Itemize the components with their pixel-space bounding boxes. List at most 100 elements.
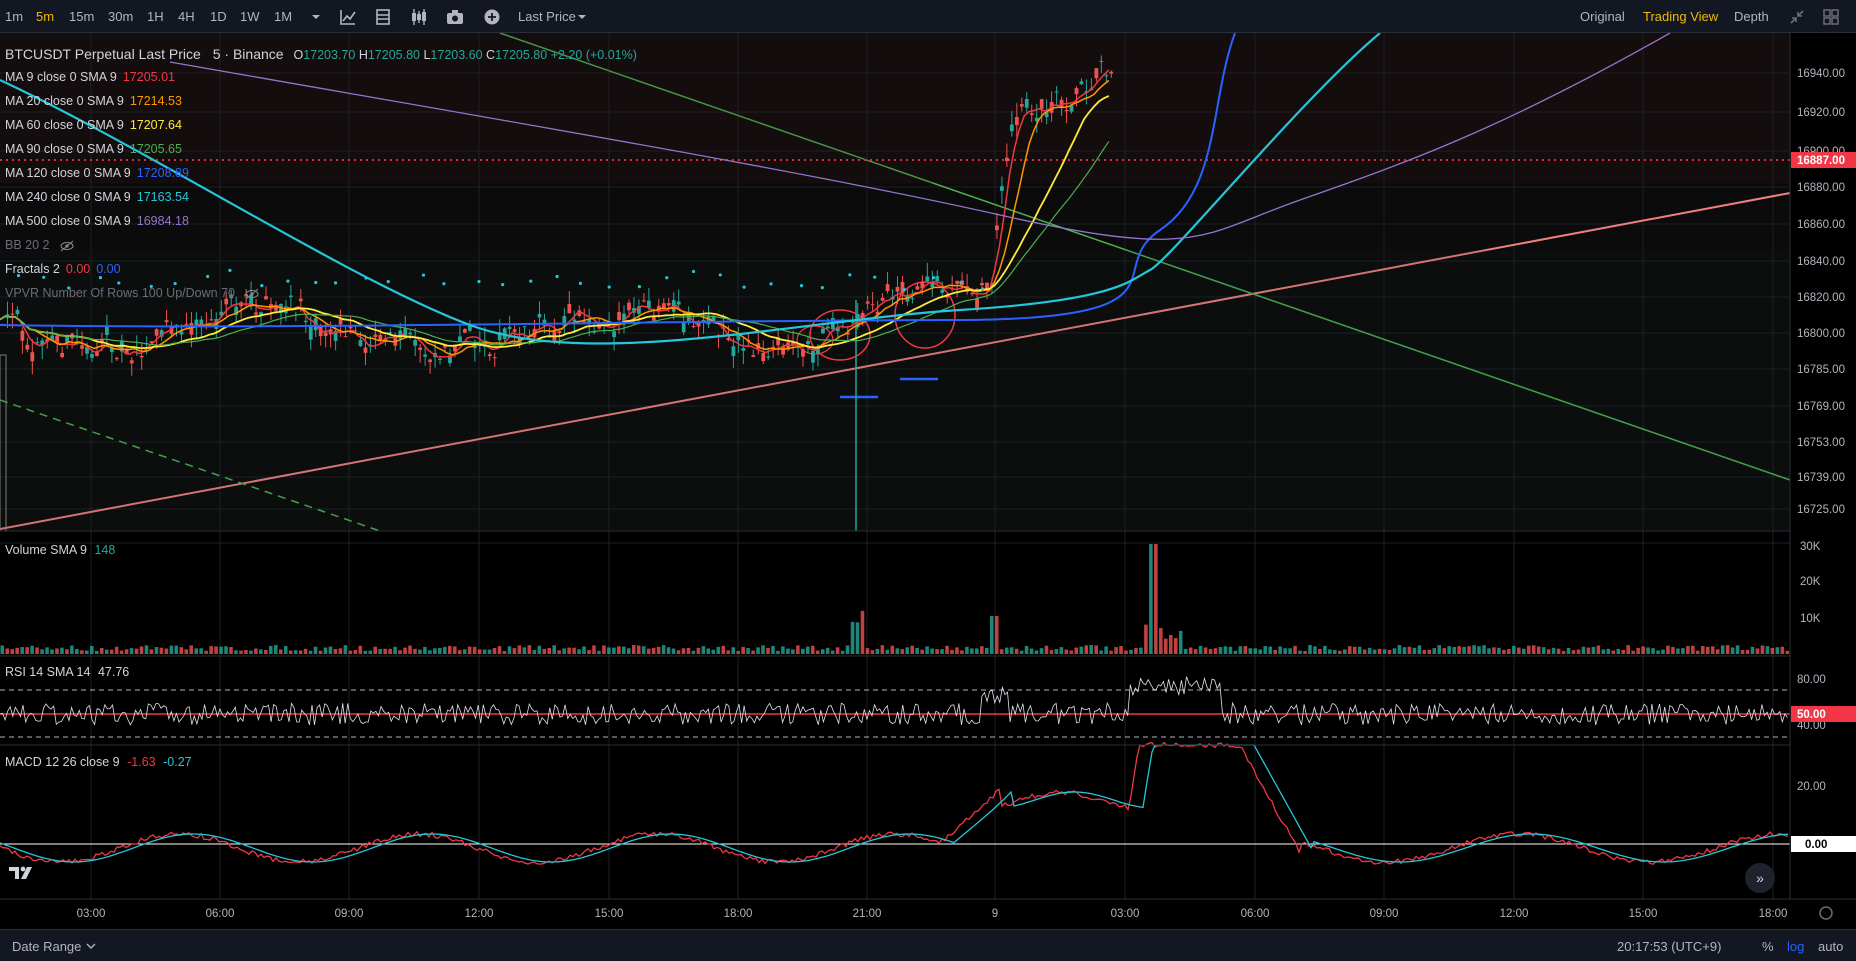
volume-bar <box>1263 646 1268 654</box>
legend-ma-120[interactable]: MA 120 close 0 SMA 9 17208.89 <box>5 166 189 180</box>
legend-bb[interactable]: BB 20 2 <box>5 238 75 252</box>
volume-bar <box>413 648 417 654</box>
volume-bar <box>1164 638 1168 654</box>
volume-bar <box>1646 647 1650 654</box>
legend-ma-90[interactable]: MA 90 close 0 SMA 9 17205.65 <box>5 142 182 156</box>
date-range-chevron-icon[interactable] <box>86 942 96 950</box>
timeframe-30m[interactable]: 30m <box>108 9 133 24</box>
legend-ma-240[interactable]: MA 240 close 0 SMA 9 17163.54 <box>5 190 189 204</box>
volume-bar <box>1278 646 1282 654</box>
price-tick-label: 16940.00 <box>1797 68 1845 80</box>
volume-bar <box>1377 648 1382 654</box>
timeframe-4h[interactable]: 4H <box>178 9 195 24</box>
timeframe-5m[interactable]: 5m <box>36 9 54 24</box>
volume-legend[interactable]: Volume SMA 9 148 <box>5 543 115 557</box>
vpvr-shade-bottom <box>0 250 1790 530</box>
volume-bar <box>612 647 616 654</box>
volume-bar <box>1268 646 1272 654</box>
volume-bar <box>1203 647 1208 654</box>
candle-body <box>254 312 258 315</box>
volume-bar <box>1696 650 1700 654</box>
time-tick-label: 06:00 <box>206 908 235 920</box>
volume-bar <box>1392 648 1397 654</box>
legend-fractals[interactable]: Fractals 2 0.00 0.00 <box>5 262 121 276</box>
candlestick-icon[interactable] <box>408 6 430 28</box>
time-tick-label: 18:00 <box>724 908 753 920</box>
view-trading-view[interactable]: Trading View <box>1643 9 1718 24</box>
volume-bar <box>373 646 377 654</box>
scroll-to-realtime-button[interactable]: » <box>1745 863 1775 893</box>
candle-body <box>303 320 308 323</box>
camera-icon[interactable] <box>444 6 466 28</box>
volume-bar <box>119 650 124 654</box>
time-tick-label: 03:00 <box>77 908 106 920</box>
price-source-select[interactable]: Last Price <box>518 9 576 24</box>
view-depth[interactable]: Depth <box>1734 9 1769 24</box>
candle-body <box>154 329 159 336</box>
volume-bar <box>99 647 104 654</box>
legend-ma-60[interactable]: MA 60 close 0 SMA 9 17207.64 <box>5 118 182 132</box>
volume-bar <box>537 645 542 654</box>
price-tick-label: 16800.00 <box>1797 328 1845 340</box>
vpvr-eye-hidden-icon[interactable] <box>244 288 260 300</box>
candle-body <box>1074 88 1079 95</box>
candle-body <box>264 296 268 300</box>
candle-body <box>418 347 423 351</box>
candle-body <box>1039 99 1044 109</box>
fullscreen-icon[interactable] <box>1786 6 1808 28</box>
volume-bar <box>1546 649 1551 654</box>
templates-icon[interactable] <box>372 6 394 28</box>
volume-bar <box>1024 645 1029 654</box>
auto-scale-toggle[interactable]: auto <box>1818 939 1843 954</box>
price-source-chevron-icon[interactable] <box>571 6 593 28</box>
volume-bar <box>711 649 716 654</box>
chart-canvas[interactable]: 16940.0016920.0016900.0016880.0016860.00… <box>0 33 1856 929</box>
volume-bar <box>1139 647 1143 654</box>
volume-bar <box>94 650 99 654</box>
timeframe-1m-month[interactable]: 1M <box>274 9 292 24</box>
volume-bar <box>676 650 681 654</box>
legend-ma-500[interactable]: MA 500 close 0 SMA 9 16984.18 <box>5 214 189 228</box>
legend-fractals-value-down: 0.00 <box>96 262 121 276</box>
rsi-legend[interactable]: RSI 14 SMA 14 47.76 <box>5 665 129 679</box>
chevron-down-icon[interactable] <box>305 6 327 28</box>
volume-bar <box>771 645 775 654</box>
candle-body <box>880 297 885 301</box>
candle-body <box>935 276 940 282</box>
add-icon[interactable] <box>481 6 503 28</box>
candle-body <box>617 312 621 321</box>
volume-bar <box>293 650 298 654</box>
indicators-icon[interactable] <box>337 6 359 28</box>
legend-ma-9[interactable]: MA 9 close 0 SMA 9 17205.01 <box>5 70 175 84</box>
volume-bar <box>1775 647 1780 654</box>
date-range-button[interactable]: Date Range <box>12 939 81 954</box>
timeframe-1w[interactable]: 1W <box>240 9 260 24</box>
timeframe-15m[interactable]: 15m <box>69 9 94 24</box>
volume-bar <box>1273 650 1277 654</box>
candle-body <box>895 286 900 292</box>
legend-vpvr[interactable]: VPVR Number Of Rows 100 Up/Down 70 <box>5 286 260 300</box>
eye-hidden-icon[interactable] <box>59 240 75 252</box>
timeframe-1h[interactable]: 1H <box>147 9 164 24</box>
volume-bar <box>149 649 154 654</box>
ohlc-high: 17205.80 <box>367 48 420 62</box>
candle-body <box>338 318 343 325</box>
timeframe-1d[interactable]: 1D <box>210 9 227 24</box>
volume-bar <box>1497 647 1501 654</box>
volume-bar <box>1014 648 1019 654</box>
volume-bar <box>1293 645 1297 654</box>
macd-legend[interactable]: MACD 12 26 close 9 -1.63 -0.27 <box>5 755 192 769</box>
volume-bar <box>1034 650 1039 654</box>
timeframe-1m[interactable]: 1m <box>5 9 23 24</box>
view-original[interactable]: Original <box>1580 9 1625 24</box>
volume-bar <box>1651 648 1655 654</box>
volume-bar <box>1691 645 1695 654</box>
legend-ma-20[interactable]: MA 20 close 0 SMA 9 17214.53 <box>5 94 182 108</box>
layout-grid-icon[interactable] <box>1820 6 1842 28</box>
tradingview-logo-icon[interactable] <box>6 862 36 892</box>
volume-bar <box>716 646 721 654</box>
percent-scale-toggle[interactable]: % <box>1762 939 1774 954</box>
volume-bar <box>1029 648 1034 654</box>
log-scale-toggle[interactable]: log <box>1787 939 1804 954</box>
fractal-up-dot <box>260 284 264 288</box>
